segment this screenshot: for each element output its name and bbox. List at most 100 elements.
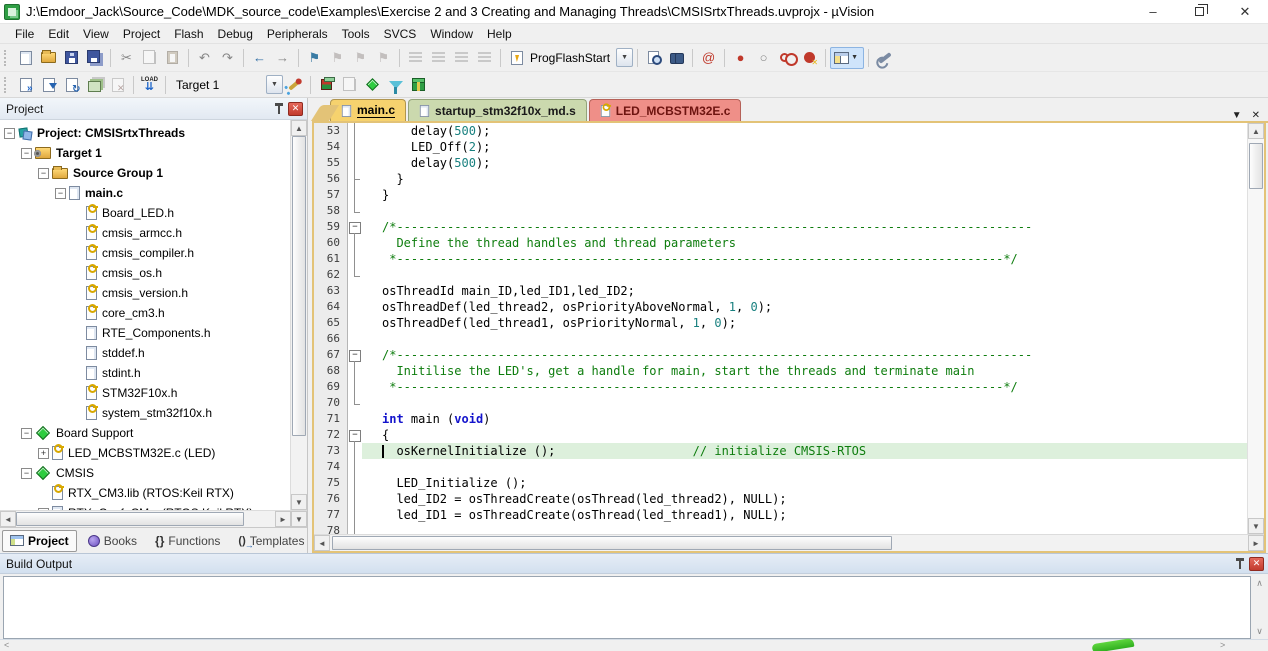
scroll-left-icon[interactable]: ◄ bbox=[314, 535, 330, 551]
tab-list-dropdown-icon[interactable]: ▼ bbox=[1232, 110, 1242, 121]
save-all-icon[interactable] bbox=[83, 47, 106, 69]
close-button[interactable]: ✕ bbox=[1222, 0, 1268, 23]
menu-tools[interactable]: Tools bbox=[335, 25, 377, 43]
translate-icon[interactable] bbox=[14, 74, 37, 96]
code-line-54[interactable]: 54 LED_Off(2); bbox=[314, 139, 1247, 155]
next-bookmark-icon[interactable]: ⚑ bbox=[349, 47, 372, 69]
code-line-56[interactable]: 56 } bbox=[314, 171, 1247, 187]
code-line-74[interactable]: 74 bbox=[314, 459, 1247, 475]
code-line-78[interactable]: 78 bbox=[314, 523, 1247, 534]
pack-installer-icon[interactable] bbox=[407, 74, 430, 96]
scroll-track[interactable] bbox=[330, 535, 1248, 551]
navigate-forward-icon[interactable]: → bbox=[271, 47, 294, 69]
save-icon[interactable] bbox=[60, 47, 83, 69]
code-line-60[interactable]: 60 Define the thread handles and thread … bbox=[314, 235, 1247, 251]
menu-view[interactable]: View bbox=[76, 25, 116, 43]
scroll-right-icon[interactable]: ► bbox=[275, 511, 291, 527]
tree-item-system-stm32f10x-h[interactable]: system_stm32f10x.h bbox=[0, 403, 290, 423]
manage-runtime-env-icon[interactable] bbox=[361, 74, 384, 96]
scroll-left-icon[interactable]: < bbox=[4, 640, 9, 651]
build-output-hscrollbar[interactable]: < > bbox=[0, 639, 1268, 651]
tree-item-board-led-h[interactable]: Board_LED.h bbox=[0, 203, 290, 223]
close-panel-icon[interactable]: ✕ bbox=[288, 102, 303, 116]
tree-item-cmsis-compiler-h[interactable]: cmsis_compiler.h bbox=[0, 243, 290, 263]
collapse-icon[interactable]: − bbox=[21, 148, 32, 159]
build-icon[interactable] bbox=[37, 74, 60, 96]
collapse-icon[interactable]: − bbox=[55, 188, 66, 199]
window-layout-button[interactable]: ▼ bbox=[830, 47, 864, 69]
tree-item-rtx-conf-cm-c-rtos-keil-rtx[interactable]: +RTX_Conf_CM.c (RTOS:Keil RTX) bbox=[0, 503, 290, 510]
tree-item-main-c[interactable]: −main.c bbox=[0, 183, 290, 203]
panel-tab-books[interactable]: Books bbox=[81, 530, 144, 552]
tree-item-board-support[interactable]: −Board Support bbox=[0, 423, 290, 443]
menu-project[interactable]: Project bbox=[116, 25, 167, 43]
close-document-icon[interactable]: ✕ bbox=[1252, 110, 1260, 121]
copy-icon[interactable] bbox=[138, 47, 161, 69]
tree-item-stm32f10x-h[interactable]: STM32F10x.h bbox=[0, 383, 290, 403]
code-line-62[interactable]: 62 bbox=[314, 267, 1247, 283]
code-line-75[interactable]: 75 LED_Initialize (); bbox=[314, 475, 1247, 491]
tree-item-rtx-cm3-lib-rtos-keil-rtx[interactable]: RTX_CM3.lib (RTOS:Keil RTX) bbox=[0, 483, 290, 503]
batch-build-icon[interactable] bbox=[83, 74, 106, 96]
comment-selection-icon[interactable] bbox=[450, 47, 473, 69]
scroll-thumb[interactable] bbox=[16, 512, 244, 526]
fold-collapse-icon[interactable] bbox=[348, 427, 362, 443]
insert-breakpoint-icon[interactable]: ● bbox=[729, 47, 752, 69]
build-output-scrollbar[interactable]: ∧ ∨ bbox=[1251, 576, 1268, 639]
menu-peripherals[interactable]: Peripherals bbox=[260, 25, 335, 43]
scroll-up-icon[interactable]: ▲ bbox=[1248, 123, 1264, 139]
stop-build-icon[interactable] bbox=[106, 74, 129, 96]
code-line-61[interactable]: 61 *------------------------------------… bbox=[314, 251, 1247, 267]
expand-icon[interactable]: + bbox=[38, 448, 49, 459]
rebuild-icon[interactable] bbox=[60, 74, 83, 96]
collapse-icon[interactable]: − bbox=[4, 128, 15, 139]
indent-icon[interactable] bbox=[427, 47, 450, 69]
tree-item-cmsis-version-h[interactable]: cmsis_version.h bbox=[0, 283, 290, 303]
pin-panel-icon[interactable] bbox=[274, 102, 284, 115]
scroll-track[interactable] bbox=[16, 511, 275, 527]
redo-icon[interactable]: ↷ bbox=[216, 47, 239, 69]
undo-icon[interactable]: ↶ bbox=[193, 47, 216, 69]
scroll-thumb[interactable] bbox=[292, 136, 306, 436]
scroll-thumb[interactable] bbox=[332, 536, 892, 550]
target-select[interactable]: Target 1 bbox=[170, 75, 266, 95]
collapse-icon[interactable]: − bbox=[21, 428, 32, 439]
editor-hscrollbar[interactable]: ◄ ► bbox=[314, 534, 1264, 551]
code-line-59[interactable]: 59/*------------------------------------… bbox=[314, 219, 1247, 235]
enable-breakpoint-icon[interactable]: ○ bbox=[752, 47, 775, 69]
file-extensions-icon[interactable] bbox=[338, 74, 361, 96]
menu-debug[interactable]: Debug bbox=[211, 25, 260, 43]
options-for-target-icon[interactable] bbox=[283, 74, 306, 96]
find-icon[interactable] bbox=[665, 47, 688, 69]
tree-item-cmsis[interactable]: −CMSIS bbox=[0, 463, 290, 483]
outdent-icon[interactable] bbox=[404, 47, 427, 69]
code-line-58[interactable]: 58 bbox=[314, 203, 1247, 219]
editor-scrollbar[interactable]: ▲ ▼ bbox=[1247, 123, 1264, 534]
code-line-65[interactable]: 65osThreadDef(led_thread1, osPriorityNor… bbox=[314, 315, 1247, 331]
menu-file[interactable]: File bbox=[8, 25, 41, 43]
project-tree-hscrollbar[interactable]: ◄ ► ▼ bbox=[0, 510, 307, 527]
chevron-down-icon[interactable]: ▼ bbox=[849, 48, 860, 68]
menu-svcs[interactable]: SVCS bbox=[377, 25, 424, 43]
minimize-button[interactable]: – bbox=[1130, 0, 1176, 23]
tree-item-target-1[interactable]: −Target 1 bbox=[0, 143, 290, 163]
code-line-72[interactable]: 72{ bbox=[314, 427, 1247, 443]
panel-tab-project[interactable]: Project bbox=[2, 530, 77, 552]
scroll-down-icon[interactable]: ∨ bbox=[1256, 626, 1263, 637]
uncomment-selection-icon[interactable] bbox=[473, 47, 496, 69]
fold-collapse-icon[interactable] bbox=[348, 219, 362, 235]
code-line-64[interactable]: 64osThreadDef(led_thread2, osPriorityAbo… bbox=[314, 299, 1247, 315]
configure-uvision-icon[interactable] bbox=[873, 47, 896, 69]
panel-tab-templates[interactable]: ()Templates bbox=[231, 530, 311, 552]
scroll-down-icon[interactable]: ▼ bbox=[1248, 518, 1264, 534]
tree-item-core-cm3-h[interactable]: core_cm3.h bbox=[0, 303, 290, 323]
code-line-76[interactable]: 76 led_ID2 = osThreadCreate(osThread(led… bbox=[314, 491, 1247, 507]
collapse-icon[interactable]: − bbox=[38, 168, 49, 179]
flash-config-icon[interactable] bbox=[505, 47, 528, 69]
open-file-icon[interactable] bbox=[37, 47, 60, 69]
disable-breakpoints-icon[interactable] bbox=[775, 47, 798, 69]
code-line-68[interactable]: 68 Initilise the LED's, get a handle for… bbox=[314, 363, 1247, 379]
tree-item-stdint-h[interactable]: stdint.h bbox=[0, 363, 290, 383]
fold-collapse-icon[interactable] bbox=[348, 347, 362, 363]
panel-dropdown-icon[interactable]: ▼ bbox=[291, 511, 307, 527]
